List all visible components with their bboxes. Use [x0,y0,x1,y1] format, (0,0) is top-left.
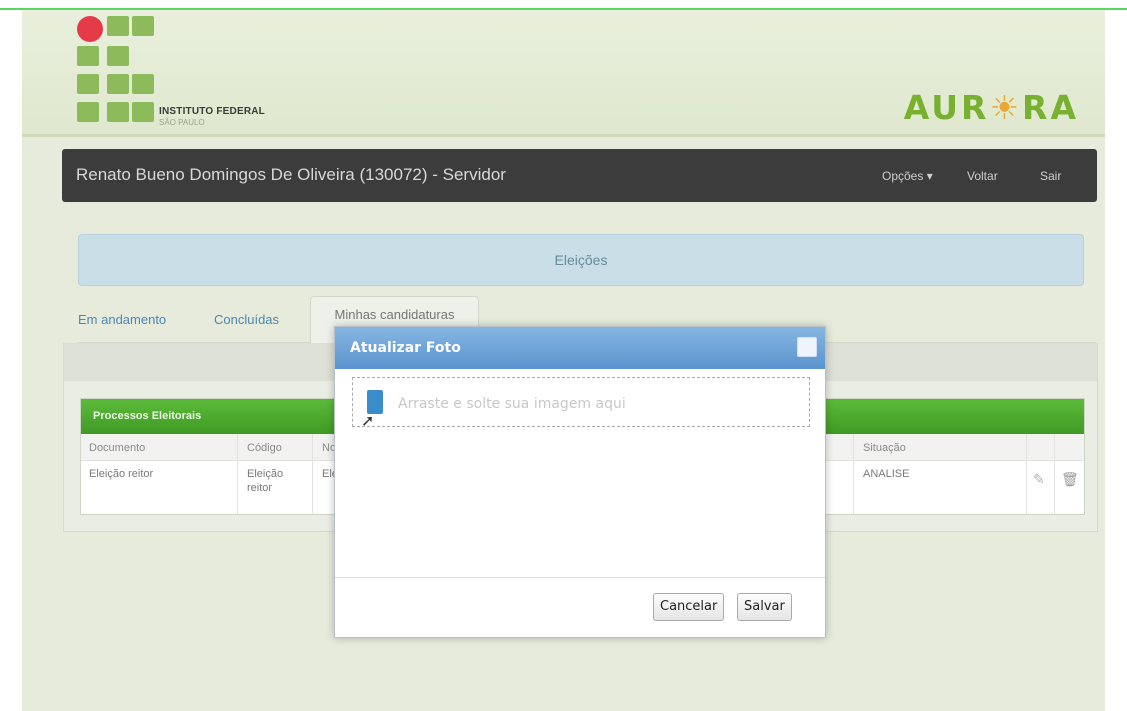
dialog-title: Atualizar Foto [350,340,461,356]
update-photo-dialog: Atualizar Foto Arraste e solte sua image… [334,326,826,638]
logo-square [107,46,129,66]
cell-codigo-line1: Eleição [247,468,284,480]
column-divider [1054,434,1055,514]
aurora-logo: AUR☀RA [904,88,1079,127]
tab-em-andamento[interactable]: Em andamento [78,312,166,327]
logo-square [77,46,99,66]
logo-square [107,74,129,94]
maximize-icon[interactable] [797,337,817,357]
logo-square [77,74,99,94]
cell-documento: Eleição reitor [89,468,154,480]
column-divider [312,434,313,514]
tab-concluidas[interactable]: Concluídas [214,312,279,327]
cell-situacao: ANALISE [863,468,910,480]
aurora-logo-right: RA [1022,88,1079,127]
column-divider [237,434,238,514]
save-button[interactable]: Salvar [737,593,792,621]
user-info: Renato Bueno Domingos De Oliveira (13007… [76,165,506,184]
logo-square [107,102,129,122]
navbar: Renato Bueno Domingos De Oliveira (13007… [62,149,1097,202]
page-title-banner: Eleições [78,234,1084,286]
column-divider [853,434,854,514]
options-menu[interactable]: Opções ▾ [882,169,933,183]
logo-red-dot [77,16,103,42]
column-header-codigo[interactable]: Código [247,442,282,454]
cancel-button[interactable]: Cancelar [653,593,725,621]
logo-square [77,102,99,122]
logo-square [107,16,129,36]
image-dropzone[interactable]: Arraste e solte sua imagem aqui [352,377,810,427]
column-header-situacao[interactable]: Situação [863,442,906,454]
sun-icon: ☀ [989,88,1023,127]
institute-name: INSTITUTO FEDERAL [159,106,265,117]
institute-subtitle: SÃO PAULO [159,118,205,127]
column-header-documento[interactable]: Documento [89,442,145,454]
logout-link[interactable]: Sair [1040,169,1061,183]
dialog-divider [335,577,825,578]
edit-icon[interactable]: ✎ [1033,471,1045,488]
dropzone-text: Arraste e solte sua imagem aqui [398,396,626,412]
dialog-header: Atualizar Foto [335,327,825,369]
cell-codigo-line2: reitor [247,482,273,494]
logo-square [132,102,154,122]
logo-square [132,74,154,94]
back-link[interactable]: Voltar [967,169,998,183]
trash-icon[interactable]: 🗑 [1061,471,1079,488]
panel-title: Processos Eleitorais [93,410,202,422]
column-divider [1026,434,1027,514]
mouse-pointer-icon: ➚ [361,413,375,430]
aurora-logo-left: AUR [903,88,990,127]
logo-square [132,16,154,36]
page-title: Eleições [554,252,608,268]
header: INSTITUTO FEDERAL SÃO PAULO AUR☀RA [22,10,1105,137]
